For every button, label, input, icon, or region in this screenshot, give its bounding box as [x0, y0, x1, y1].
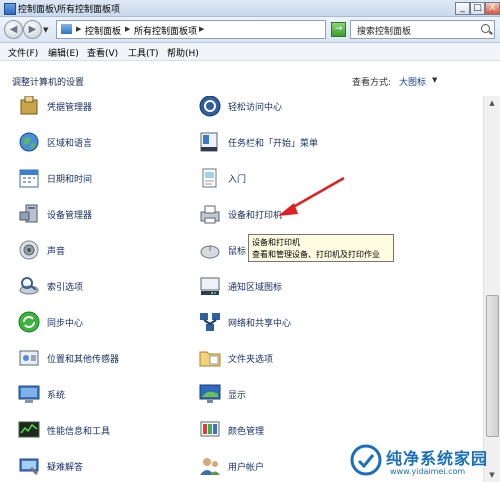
sync-icon	[18, 311, 40, 333]
menu-view[interactable]: 查看(V)	[87, 46, 118, 59]
item-label: 日期和时间	[47, 175, 93, 185]
item-label: 轻松访问中心	[228, 103, 283, 113]
forward-button[interactable]: ▶	[23, 20, 42, 39]
item-label: 同步中心	[47, 319, 84, 329]
address-bar: ◀ ▶ ▼ ▶ 控制面板 ▶ 所有控制面板项 ▶ ▼ → 搜索控制面板	[0, 17, 500, 43]
menu-help[interactable]: 帮助(H)	[167, 46, 199, 59]
user-accounts-icon	[200, 458, 220, 475]
item-label: 入门	[228, 175, 247, 185]
crumb-all-items[interactable]: 所有控制面板项	[134, 24, 197, 37]
item-label: 通知区域图标	[228, 283, 283, 293]
network-icon	[200, 313, 220, 331]
search-placeholder: 搜索控制面板	[357, 27, 412, 37]
search-input[interactable]: 搜索控制面板	[350, 20, 495, 39]
sensor-icon	[19, 350, 39, 366]
globe-icon	[19, 132, 39, 152]
view-by-dropdown[interactable]: 大图标	[399, 75, 426, 88]
breadcrumb[interactable]: ▶ 控制面板 ▶ 所有控制面板项 ▶ ▼	[56, 20, 372, 39]
item-label: 疑难解答	[47, 463, 84, 473]
speaker-icon	[19, 240, 39, 260]
notification-icon	[200, 277, 220, 295]
item-label: 用户帐户	[228, 463, 265, 473]
tooltip-title: 设备和打印机	[252, 238, 300, 247]
minimize-button[interactable]: _	[455, 2, 470, 15]
scroll-thumb[interactable]	[486, 295, 499, 437]
chevron-right-icon[interactable]: ▶	[125, 25, 130, 33]
vertical-scrollbar[interactable]: ▲ ▼	[483, 96, 500, 482]
watermark-url: www.yidaimei.com	[390, 467, 466, 476]
control-panel-crumb-icon	[61, 24, 72, 34]
chevron-down-icon[interactable]: ▼	[432, 76, 437, 84]
menu-bar: 文件(F) 编辑(E) 查看(V) 工具(T) 帮助(H)	[0, 43, 500, 61]
menu-edit[interactable]: 编辑(E)	[48, 46, 79, 59]
view-by-label: 查看方式:	[352, 78, 392, 88]
annotation-arrow	[278, 176, 345, 216]
taskbar-icon	[200, 132, 218, 152]
go-button[interactable]: →	[331, 22, 346, 37]
index-icon	[19, 277, 39, 295]
crumb-control-panel[interactable]: 控制面板	[85, 24, 121, 37]
item-label: 设备管理器	[47, 211, 93, 221]
menu-file[interactable]: 文件(F)	[8, 46, 38, 59]
system-icon	[18, 385, 40, 403]
item-label: 网络和共享中心	[228, 319, 292, 329]
title-bar: 控制面板\所有控制面板项 _ □ X	[0, 0, 500, 17]
page-title: 调整计算机的设置	[12, 78, 85, 88]
tooltip-description: 查看和管理设备、打印机及打印作业	[252, 250, 380, 259]
item-label: 系统	[47, 391, 66, 401]
window-title: 控制面板\所有控制面板项	[18, 5, 121, 15]
maximize-button[interactable]: □	[470, 2, 485, 15]
scroll-up-button[interactable]: ▲	[485, 96, 499, 110]
item-label: 声音	[47, 247, 66, 257]
display-icon	[199, 384, 221, 403]
calendar-icon	[19, 169, 39, 188]
control-panel-icon	[4, 3, 16, 15]
back-button[interactable]: ◀	[4, 20, 23, 39]
control-panel-content: 调整计算机的设置 查看方式: 大图标 ▼ 凭据管理器 区域和语言 日期和时间 设…	[0, 61, 500, 482]
accessibility-icon	[199, 96, 221, 117]
troubleshoot-icon	[19, 458, 39, 476]
folder-icon	[199, 351, 221, 367]
device-manager-icon	[19, 204, 38, 223]
color-icon	[200, 421, 220, 437]
item-label: 索引选项	[47, 283, 84, 293]
chevron-right-icon[interactable]: ▶	[76, 25, 81, 33]
watermark-title: 纯净系统家园	[386, 449, 489, 468]
items-list: 凭据管理器 区域和语言 日期和时间 设备管理器 声音 索引选项 同步中心 位置和…	[0, 96, 480, 482]
item-label: 文件夹选项	[228, 355, 274, 365]
printer-icon	[200, 205, 220, 224]
recent-pages-dropdown[interactable]: ▼	[43, 26, 48, 34]
getting-started-icon	[202, 168, 217, 188]
tooltip: 设备和打印机 查看和管理设备、打印机及打印作业	[248, 234, 394, 262]
watermark-logo-icon	[350, 444, 382, 476]
search-icon[interactable]	[481, 24, 490, 33]
item-label: 显示	[228, 391, 247, 401]
item-label: 位置和其他传感器	[47, 355, 120, 365]
item-label: 颜色管理	[228, 427, 265, 437]
menu-tools[interactable]: 工具(T)	[128, 46, 159, 59]
mouse-icon	[200, 245, 220, 259]
watermark: 纯净系统家园 www.yidaimei.com	[350, 442, 498, 480]
close-button[interactable]: X	[485, 2, 500, 15]
performance-icon	[18, 421, 40, 438]
item-label: 区域和语言	[47, 139, 93, 149]
item-label: 鼠标	[228, 247, 247, 257]
item-label: 任务栏和「开始」菜单	[228, 139, 319, 149]
item-label: 凭据管理器	[47, 103, 93, 113]
chevron-right-icon[interactable]: ▶	[199, 25, 204, 33]
credential-icon	[20, 96, 38, 115]
item-label: 性能信息和工具	[47, 427, 111, 437]
